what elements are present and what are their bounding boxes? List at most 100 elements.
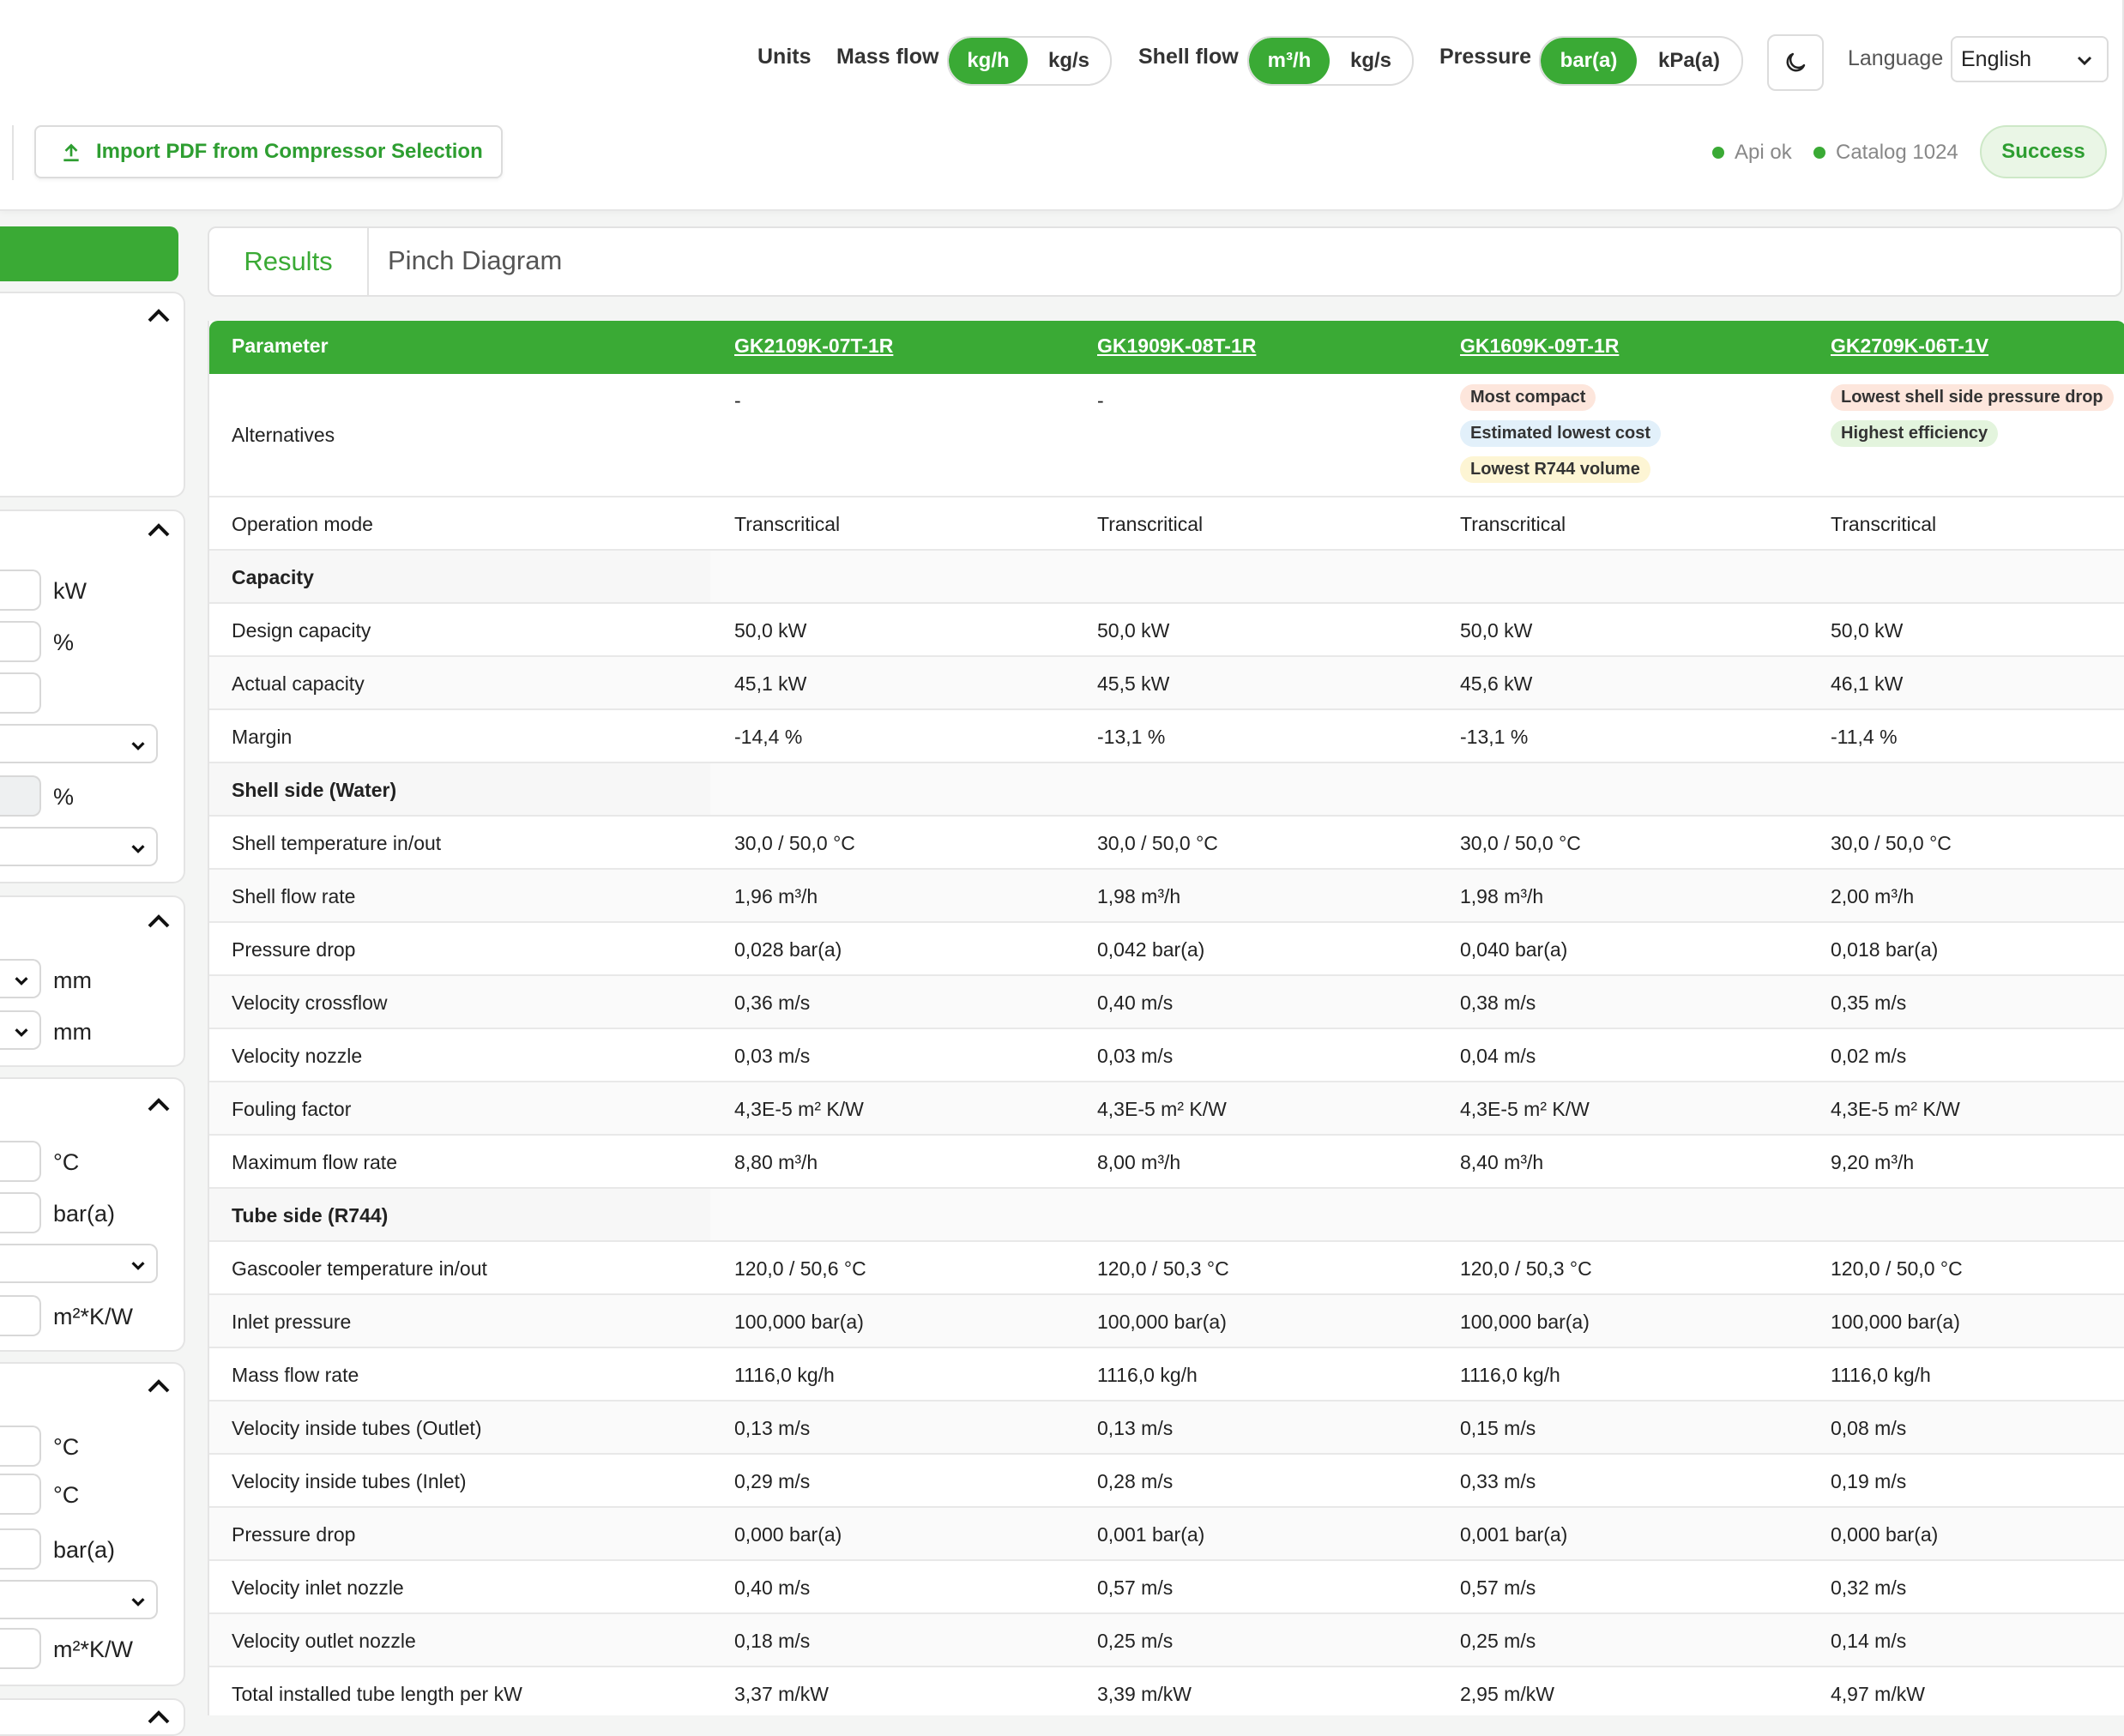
- pressure-input[interactable]: [0, 1528, 41, 1570]
- unit-label: %: [53, 784, 75, 810]
- row-label: Velocity inlet nozzle: [232, 1576, 404, 1599]
- table-cell: 0,15 m/s: [1460, 1417, 1536, 1439]
- table-cell: 0,35 m/s: [1831, 992, 1907, 1014]
- temperature-input[interactable]: [0, 1474, 41, 1515]
- sidebar-select[interactable]: [0, 1580, 158, 1619]
- divider: [12, 125, 14, 180]
- table-cell: 0,03 m/s: [1097, 1045, 1174, 1067]
- temperature-input[interactable]: [0, 1141, 41, 1182]
- table-cell: 4,3E-5 m² K/W: [1831, 1098, 1960, 1120]
- chevron-up-icon[interactable]: [146, 913, 172, 930]
- language-select[interactable]: English: [1951, 36, 2109, 82]
- sidebar-select[interactable]: [0, 959, 41, 998]
- table-cell: 0,19 m/s: [1831, 1470, 1907, 1492]
- column-header-model-1[interactable]: GK2109K-07T-1R: [734, 335, 893, 358]
- unit-label: m²*K/W: [53, 1637, 133, 1662]
- table-cell: 0,018 bar(a): [1831, 938, 1939, 961]
- row-label: Margin: [232, 726, 293, 748]
- row-label: Mass flow rate: [232, 1364, 359, 1386]
- chevron-up-icon[interactable]: [146, 307, 172, 324]
- sidebar-select[interactable]: [0, 827, 158, 866]
- sidebar-select[interactable]: [0, 1010, 41, 1050]
- sidebar-select[interactable]: [0, 1244, 158, 1283]
- temperature-input[interactable]: [0, 1426, 41, 1467]
- table-cell: 8,00 m³/h: [1097, 1151, 1181, 1173]
- sidebar-input-disabled[interactable]: [0, 775, 41, 817]
- mass-flow-option-kgh[interactable]: kg/h: [949, 38, 1028, 84]
- chevron-up-icon[interactable]: [146, 521, 172, 539]
- capacity-input[interactable]: [0, 570, 41, 611]
- table-cell: 0,18 m/s: [734, 1630, 811, 1652]
- table-cell: 0,001 bar(a): [1460, 1523, 1568, 1546]
- sidebar-input[interactable]: [0, 672, 41, 714]
- api-status-text: Api ok: [1735, 141, 1792, 164]
- dark-mode-toggle[interactable]: [1767, 34, 1824, 91]
- shell-flow-option-kgs[interactable]: kg/s: [1330, 38, 1412, 84]
- table-cell: 0,57 m/s: [1460, 1576, 1536, 1599]
- chevron-down-icon: [2077, 56, 2092, 66]
- pressure-input[interactable]: [0, 1192, 41, 1233]
- table-cell: 3,39 m/kW: [1097, 1683, 1192, 1705]
- table-cell: 0,38 m/s: [1460, 992, 1536, 1014]
- table-cell: 2,95 m/kW: [1460, 1683, 1554, 1705]
- table-row: Pressure drop 0,028 bar(a) 0,042 bar(a) 0,0…: [209, 923, 2124, 976]
- table-cell: Transcritical: [734, 513, 841, 535]
- column-header-parameter: Parameter: [232, 335, 329, 357]
- row-label: Fouling factor: [232, 1098, 352, 1120]
- shell-flow-option-m3h[interactable]: m³/h: [1249, 38, 1330, 84]
- tab-results[interactable]: Results: [209, 228, 369, 295]
- section-label: Tube side (R744): [232, 1204, 389, 1227]
- fouling-input[interactable]: [0, 1628, 41, 1669]
- status-badge: Success: [1980, 125, 2107, 178]
- sidebar-primary-button[interactable]: [0, 226, 178, 281]
- table-cell: -: [734, 389, 741, 412]
- column-header-model-2[interactable]: GK1909K-08T-1R: [1097, 335, 1256, 358]
- chevron-down-icon: [131, 1262, 145, 1270]
- pressure-option-bar[interactable]: bar(a): [1541, 38, 1637, 84]
- table-cell: 50,0 kW: [1831, 619, 1904, 642]
- fouling-input[interactable]: [0, 1295, 41, 1336]
- row-label: Maximum flow rate: [232, 1151, 397, 1173]
- unit-label: mm: [53, 1019, 92, 1045]
- sidebar-select[interactable]: [0, 724, 158, 763]
- chevron-down-icon: [15, 977, 28, 986]
- table-cell: 50,0 kW: [1460, 619, 1533, 642]
- column-header-model-3[interactable]: GK1609K-09T-1R: [1460, 335, 1619, 358]
- margin-input[interactable]: [0, 621, 41, 662]
- chevron-up-icon[interactable]: [146, 1709, 172, 1726]
- table-cell: 1116,0 kg/h: [1831, 1364, 1931, 1386]
- table-row: Velocity inside tubes (Inlet) 0,29 m/s 0,2…: [209, 1455, 2124, 1508]
- table-cell: 0,08 m/s: [1831, 1417, 1907, 1439]
- table-cell: 0,02 m/s: [1831, 1045, 1907, 1067]
- mass-flow-option-kgs[interactable]: kg/s: [1028, 38, 1110, 84]
- table-cell: 100,000 bar(a): [1097, 1311, 1227, 1333]
- table-cell: 100,000 bar(a): [1460, 1311, 1590, 1333]
- tab-pinch-diagram[interactable]: Pinch Diagram: [388, 245, 562, 276]
- table-cell: 0,40 m/s: [1097, 992, 1174, 1014]
- table-cell: 3,37 m/kW: [734, 1683, 829, 1705]
- table-cell: Transcritical: [1831, 513, 1937, 535]
- table-cell: 0,04 m/s: [1460, 1045, 1536, 1067]
- table-cell: 0,03 m/s: [734, 1045, 811, 1067]
- import-pdf-button[interactable]: Import PDF from Compressor Selection: [34, 125, 503, 178]
- table-row: Velocity nozzle 0,03 m/s 0,03 m/s 0,04 m/s 0…: [209, 1029, 2124, 1082]
- pressure-option-kpa[interactable]: kPa(a): [1637, 38, 1741, 84]
- sidebar-card: °C bar(a) m²*K/W: [0, 1077, 185, 1352]
- catalog-status-text: Catalog 1024: [1836, 141, 1958, 164]
- table-row: Total installed tube length per kW 3,37 m…: [209, 1667, 2124, 1715]
- api-status: Api ok: [1712, 141, 1792, 165]
- chevron-up-icon[interactable]: [146, 1377, 172, 1395]
- table-row: Gascooler temperature in/out 120,0 / 50,6…: [209, 1242, 2124, 1295]
- table-cell: 50,0 kW: [734, 619, 807, 642]
- chevron-up-icon[interactable]: [146, 1096, 172, 1113]
- column-header-model-4[interactable]: GK2709K-06T-1V: [1831, 335, 1988, 358]
- table-row: Velocity crossflow 0,36 m/s 0,40 m/s 0,38 m…: [209, 976, 2124, 1029]
- table-cell: 120,0 / 50,6 °C: [734, 1257, 866, 1280]
- unit-label: °C: [53, 1482, 80, 1508]
- table-row: Inlet pressure 100,000 bar(a) 100,000 bar(…: [209, 1295, 2124, 1348]
- table-cell: 0,28 m/s: [1097, 1470, 1174, 1492]
- table-cell: 0,040 bar(a): [1460, 938, 1568, 961]
- table-cell: 0,13 m/s: [734, 1417, 811, 1439]
- table-cell: 1116,0 kg/h: [1097, 1364, 1198, 1386]
- sidebar-card: mm mm: [0, 895, 185, 1067]
